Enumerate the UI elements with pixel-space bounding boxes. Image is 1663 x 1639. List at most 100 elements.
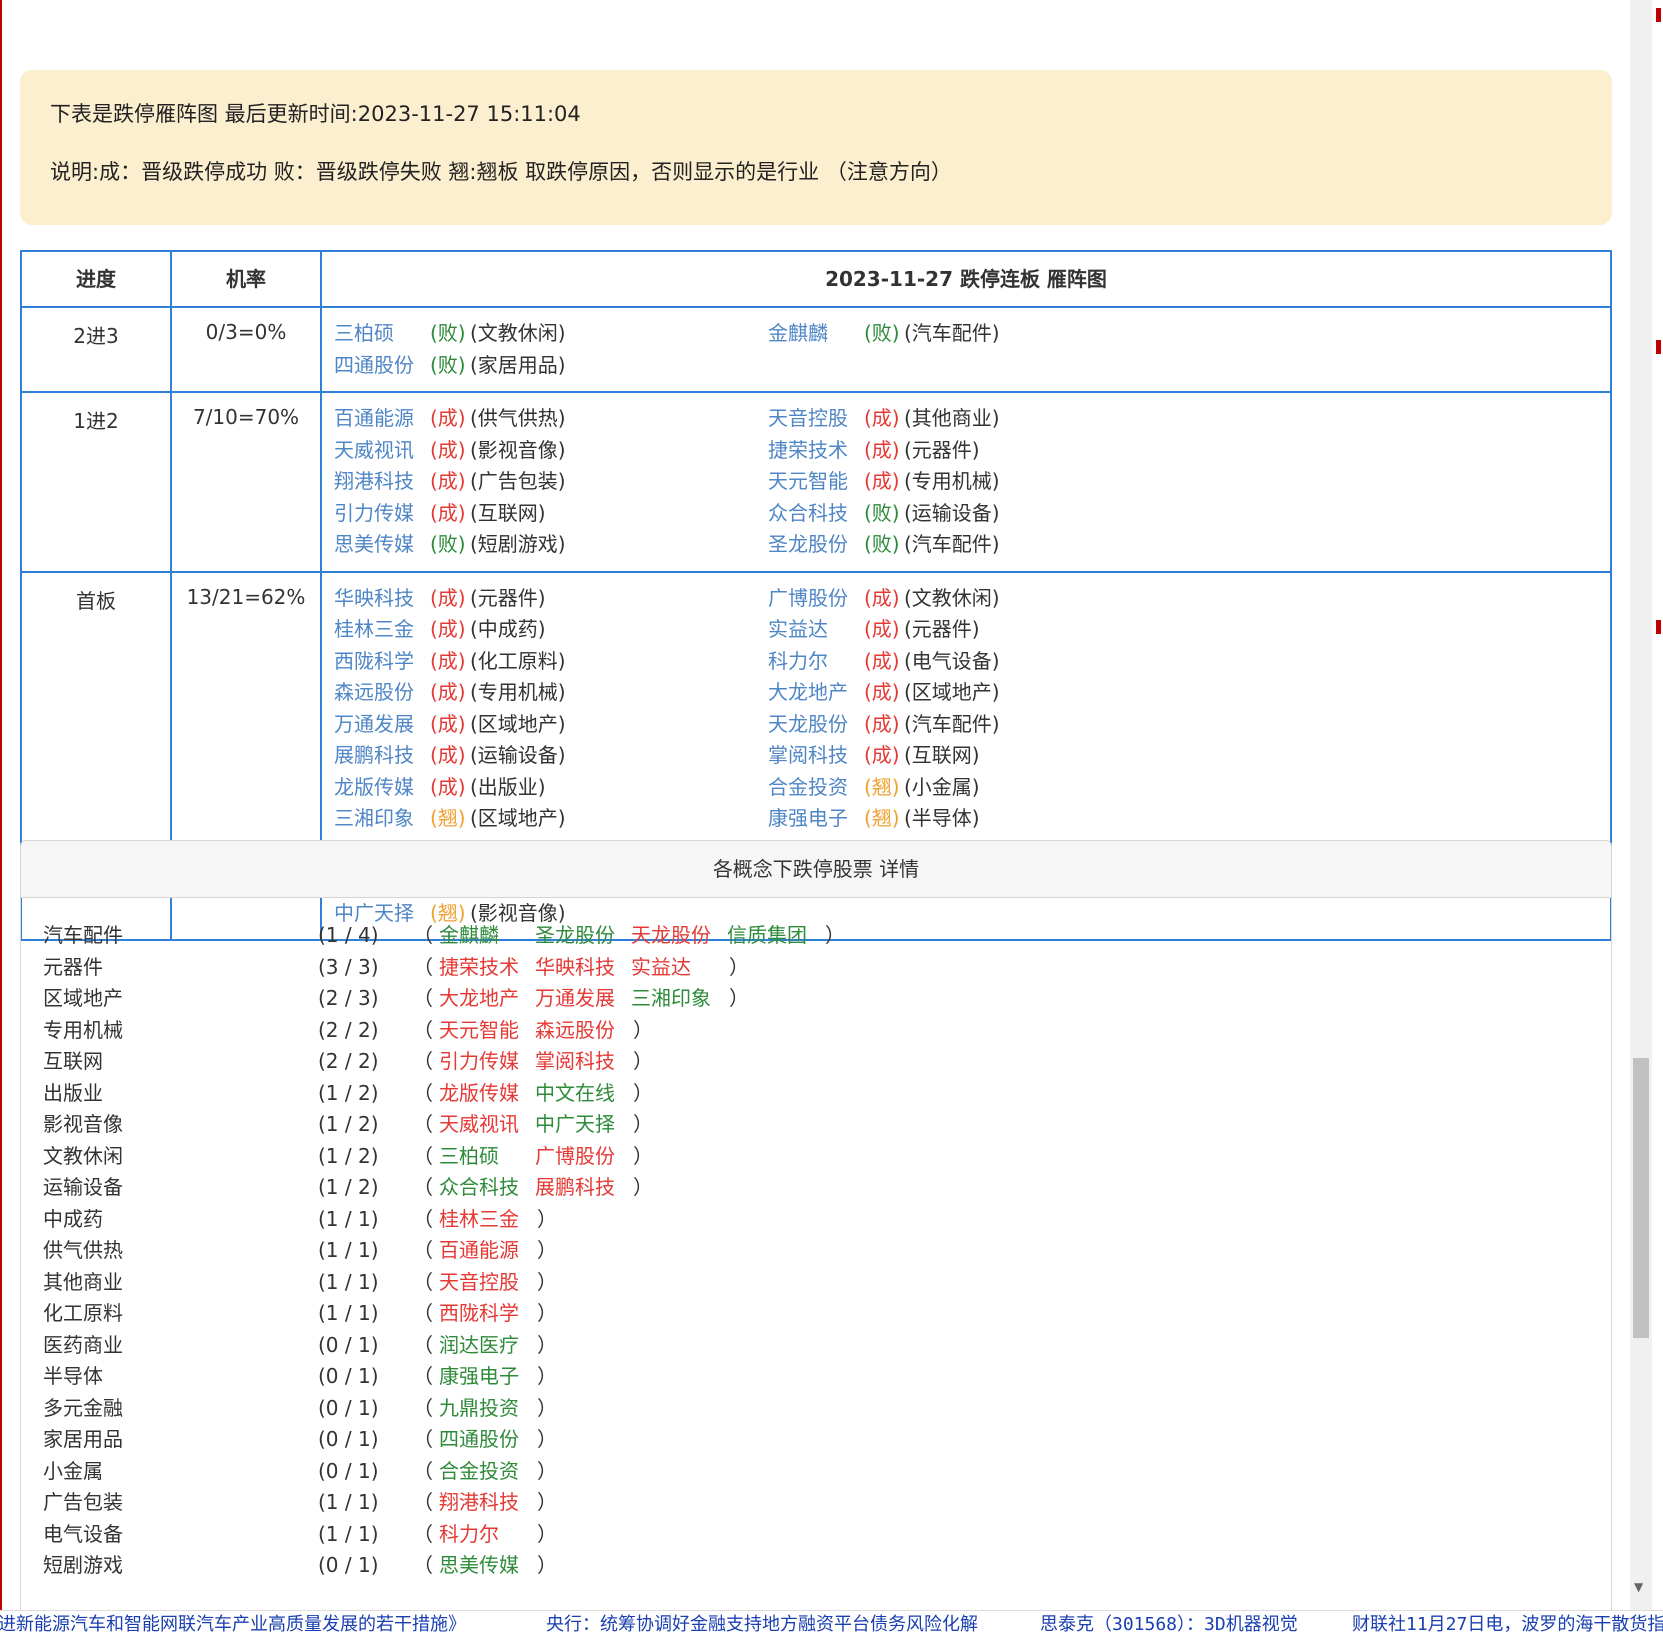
stock-name-link[interactable]: 桂林三金 xyxy=(334,614,430,646)
concept-stock-link[interactable]: 天元智能 xyxy=(439,1015,535,1047)
stock-name-link[interactable]: 三柏硕 xyxy=(334,318,430,350)
stock-name-link[interactable]: 四通股份 xyxy=(334,350,430,382)
concept-stock-link[interactable]: 翔港科技 xyxy=(439,1487,535,1519)
vertical-scrollbar[interactable] xyxy=(1630,0,1652,1610)
status-badge: (成) xyxy=(430,585,466,610)
concept-stock-link[interactable]: 科力尔 xyxy=(439,1519,535,1551)
concept-stock-link[interactable]: 华映科技 xyxy=(535,952,631,984)
scroll-down-arrow-icon[interactable]: ▼ xyxy=(1634,1580,1643,1594)
concept-count: (1 / 1) xyxy=(318,1206,379,1231)
status-badge: (成) xyxy=(864,743,900,767)
concept-stock-link[interactable]: 龙版传媒 xyxy=(439,1078,535,1110)
stock-name-link[interactable]: 合金投资 xyxy=(768,772,864,804)
stock-name-link[interactable]: 天元智能 xyxy=(768,466,864,498)
concept-stock-link[interactable]: 圣龙股份 xyxy=(535,920,631,952)
concept-stock-link[interactable]: 三柏硕 xyxy=(439,1141,535,1173)
stock-name-link[interactable]: 龙版传媒 xyxy=(334,772,430,804)
concept-count: (1 / 1) xyxy=(318,1269,379,1294)
concept-stock-link[interactable]: 合金投资 xyxy=(439,1456,535,1488)
stock-name-link[interactable]: 百通能源 xyxy=(334,403,430,435)
stock-name-link[interactable]: 捷荣技术 xyxy=(768,435,864,467)
concept-stock-link[interactable]: 天龙股份 xyxy=(631,920,727,952)
concept-stock-link[interactable]: 金麒麟 xyxy=(439,920,535,952)
stock-name-link[interactable]: 金麒麟 xyxy=(768,318,864,350)
concept-stock-link[interactable]: 西陇科学 xyxy=(439,1298,535,1330)
concept-stock-link[interactable]: 桂林三金 xyxy=(439,1204,535,1236)
concept-stock-link[interactable]: 实益达 xyxy=(631,952,727,984)
concept-stock-link[interactable]: 康强电子 xyxy=(439,1361,535,1393)
concept-stock-link[interactable]: 中广天择 xyxy=(535,1109,631,1141)
status-badge: (败) xyxy=(430,321,466,345)
stock-name-link[interactable]: 广博股份 xyxy=(768,583,864,615)
stock-name-link[interactable]: 掌阅科技 xyxy=(768,740,864,772)
news-ticker: 进新能源汽车和智能网联汽车产业高质量发展的若干措施》 央行：统筹协调好金融支持地… xyxy=(0,1610,1663,1639)
concept-stock-link[interactable]: 九鼎投资 xyxy=(439,1393,535,1425)
concept-row: 运输设备 (1 / 2) （众合科技 展鹏科技） xyxy=(43,1172,1611,1204)
concept-count: (2 / 2) xyxy=(318,1017,379,1042)
sector-label: (区域地产) xyxy=(470,711,566,736)
open-paren: （ xyxy=(413,1269,433,1294)
concept-stock-link[interactable]: 万通发展 xyxy=(535,983,631,1015)
row-progress: 1进2 xyxy=(22,393,172,571)
detail-list: 汽车配件 (1 / 4) （金麒麟 圣龙股份 天龙股份 信质集团）元器件 (3 / 3) （捷… xyxy=(21,898,1611,1582)
stock-name-link[interactable]: 天音控股 xyxy=(768,403,864,435)
concept-count: (1 / 2) xyxy=(318,1080,379,1105)
concept-stock-link[interactable]: 引力传媒 xyxy=(439,1046,535,1078)
sector-label: (汽车配件) xyxy=(904,321,1000,345)
concept-count: (1 / 1) xyxy=(318,1521,379,1546)
concept-stock-link[interactable]: 掌阅科技 xyxy=(535,1046,631,1078)
concept-stock-link[interactable]: 思美传媒 xyxy=(439,1550,535,1582)
concept-stock-link[interactable]: 信质集团 xyxy=(727,920,823,952)
ticker-item[interactable]: 央行：统筹协调好金融支持地方融资平台债务风险化解 xyxy=(546,1611,978,1639)
close-paren: ） xyxy=(537,1458,557,1483)
stock-name-link[interactable]: 大龙地产 xyxy=(768,677,864,709)
stock-name-link[interactable]: 展鹏科技 xyxy=(334,740,430,772)
stock-name-link[interactable]: 科力尔 xyxy=(768,646,864,678)
concept-stock-link[interactable]: 天音控股 xyxy=(439,1267,535,1299)
concept-row: 广告包装 (1 / 1) （翔港科技） xyxy=(43,1487,1611,1519)
concept-stock-link[interactable]: 捷荣技术 xyxy=(439,952,535,984)
ticker-item[interactable]: 进新能源汽车和智能网联汽车产业高质量发展的若干措施》 xyxy=(0,1611,466,1639)
concept-stock-link[interactable]: 展鹏科技 xyxy=(535,1172,631,1204)
concept-stock-link[interactable]: 大龙地产 xyxy=(439,983,535,1015)
stock-name-link[interactable]: 康强电子 xyxy=(768,803,864,835)
status-badge: (成) xyxy=(430,406,466,430)
stock-name-link[interactable]: 思美传媒 xyxy=(334,529,430,561)
concept-stock-link[interactable]: 三湘印象 xyxy=(631,983,727,1015)
open-paren: （ xyxy=(413,986,433,1010)
concept-row: 专用机械 (2 / 2) （天元智能 森远股份） xyxy=(43,1015,1611,1047)
stock-entry: 思美传媒 (败) (短剧游戏) xyxy=(334,529,768,561)
scrollbar-thumb[interactable] xyxy=(1633,1058,1649,1338)
stock-name-link[interactable]: 众合科技 xyxy=(768,498,864,530)
stock-name-link[interactable]: 华映科技 xyxy=(334,583,430,615)
stock-name-link[interactable]: 天龙股份 xyxy=(768,709,864,741)
stock-name-link[interactable]: 三湘印象 xyxy=(334,803,430,835)
stock-entry: 翔港科技 (成) (广告包装) xyxy=(334,466,768,498)
stock-name-link[interactable]: 引力传媒 xyxy=(334,498,430,530)
status-badge: (成) xyxy=(430,617,466,641)
concept-stock-link[interactable]: 众合科技 xyxy=(439,1172,535,1204)
concept-stock-link[interactable]: 中文在线 xyxy=(535,1078,631,1110)
status-badge: (成) xyxy=(430,469,466,493)
concept-name: 其他商业 xyxy=(43,1269,123,1294)
ticker-item[interactable]: 思泰克（301568）：3D机器视觉 xyxy=(1040,1611,1298,1639)
ladder-table: 进度 机率 2023-11-27 跌停连板 雁阵图 2进3 0/3=0% 三柏硕 (败… xyxy=(20,250,1612,941)
stock-name-link[interactable]: 万通发展 xyxy=(334,709,430,741)
stock-name-link[interactable]: 翔港科技 xyxy=(334,466,430,498)
ladder-row: 1进2 7/10=70% 百通能源 (成) (供气供热) 天音控股 (成) (其他商业) 天威视… xyxy=(22,391,1610,571)
concept-stock-link[interactable]: 广博股份 xyxy=(535,1141,631,1173)
ticker-item[interactable]: 财联社11月27日电，波罗的海干散货指 xyxy=(1352,1611,1663,1639)
concept-stock-link[interactable]: 森远股份 xyxy=(535,1015,631,1047)
stock-name-link[interactable]: 森远股份 xyxy=(334,677,430,709)
stock-name-link[interactable]: 天威视讯 xyxy=(334,435,430,467)
open-paren: （ xyxy=(413,923,433,947)
concept-stock-link[interactable]: 百通能源 xyxy=(439,1235,535,1267)
stock-name-link[interactable]: 实益达 xyxy=(768,614,864,646)
stock-name-link[interactable]: 圣龙股份 xyxy=(768,529,864,561)
close-paren: ） xyxy=(633,1143,653,1168)
row-rate: 0/3=0% xyxy=(172,308,322,391)
concept-stock-link[interactable]: 润达医疗 xyxy=(439,1330,535,1362)
stock-name-link[interactable]: 西陇科学 xyxy=(334,646,430,678)
concept-stock-link[interactable]: 四通股份 xyxy=(439,1424,535,1456)
concept-stock-link[interactable]: 天威视讯 xyxy=(439,1109,535,1141)
